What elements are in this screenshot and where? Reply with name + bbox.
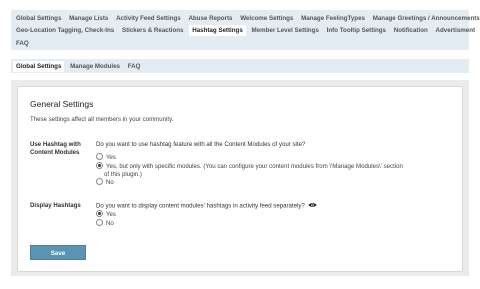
hashtag-no-radio[interactable] xyxy=(96,178,103,185)
hashtag-option-specific[interactable]: Yes, but only with specific modules. (Yo… xyxy=(96,162,436,171)
tab-abuse-reports[interactable]: Abuse Reports xyxy=(188,15,232,22)
top-nav-row-2: Geo-Location Tagging, Check-Ins Stickers… xyxy=(11,24,476,37)
hashtag-yes-label: Yes xyxy=(106,154,116,162)
tab-faq[interactable]: FAQ xyxy=(16,40,29,47)
display-option-no[interactable]: No xyxy=(96,219,114,228)
tab-stickers-reactions[interactable]: Stickers & Reactions xyxy=(122,27,184,34)
display-yes-radio[interactable] xyxy=(96,210,103,217)
tab-geo-location[interactable]: Geo-Location Tagging, Check-Ins xyxy=(16,27,114,34)
hashtag-option-yes[interactable]: Yes xyxy=(96,153,116,162)
subtab-faq[interactable]: FAQ xyxy=(125,60,144,74)
tab-manage-lists[interactable]: Manage Lists xyxy=(69,15,108,22)
hashtag-option-no[interactable]: No xyxy=(96,178,114,187)
hashtag-specific-label: Yes, but only with specific modules. (Yo… xyxy=(106,163,403,171)
hashtag-no-label: No xyxy=(106,179,114,187)
form-description: These settings affect all members in you… xyxy=(30,116,174,123)
tab-info-tooltip-settings[interactable]: Info Tooltip Settings xyxy=(327,27,386,34)
display-hashtags-question: Do you want to display content modules' … xyxy=(96,202,317,210)
tab-hashtag-settings[interactable]: Hashtag Settings xyxy=(189,25,246,36)
tab-member-level-settings[interactable]: Member Level Settings xyxy=(252,27,319,34)
admin-top-nav: Global Settings Manage Lists Activity Fe… xyxy=(11,10,480,50)
hashtag-field-label-line1: Use Hashtag with xyxy=(30,141,81,148)
subtab-manage-modules[interactable]: Manage Modules xyxy=(67,60,123,74)
hashtag-field-question: Do you want to use hashtag feature with … xyxy=(96,141,306,148)
tab-advertisment[interactable]: Advertisment xyxy=(436,27,476,34)
display-option-yes[interactable]: Yes xyxy=(96,210,116,219)
hashtag-specific-radio[interactable] xyxy=(96,162,103,169)
hashtag-yes-radio[interactable] xyxy=(96,153,103,160)
display-no-radio[interactable] xyxy=(96,219,103,226)
hashtag-field-label-line2: Content Modules xyxy=(30,149,80,156)
hashtag-field-label: Use Hashtag with Content Modules xyxy=(30,141,81,157)
tab-notification[interactable]: Notification xyxy=(394,27,428,34)
display-no-label: No xyxy=(106,220,114,228)
tab-activity-feed-settings[interactable]: Activity Feed Settings xyxy=(116,15,181,22)
hashtag-specific-label-cont: of this plugin.) xyxy=(104,171,142,178)
tab-global-settings[interactable]: Global Settings xyxy=(16,15,61,22)
display-yes-label: Yes xyxy=(106,211,116,219)
display-hashtags-label: Display Hashtags xyxy=(30,202,81,209)
top-nav-row-3: FAQ xyxy=(11,37,30,50)
display-hashtags-question-text: Do you want to display content modules' … xyxy=(96,202,305,210)
form-title: General Settings xyxy=(30,99,94,109)
sub-nav: Global Settings Manage Modules FAQ xyxy=(11,59,469,73)
tab-welcome-settings[interactable]: Welcome Settings xyxy=(240,15,293,22)
eye-icon[interactable] xyxy=(308,202,317,210)
tab-manage-feelingtypes[interactable]: Manage FeelingTypes xyxy=(301,15,365,22)
save-changes-button[interactable]: Save Changes xyxy=(30,245,86,270)
tab-manage-greetings[interactable]: Manage Greetings / Announcements xyxy=(373,15,480,22)
subtab-global-settings[interactable]: Global Settings xyxy=(13,60,65,72)
